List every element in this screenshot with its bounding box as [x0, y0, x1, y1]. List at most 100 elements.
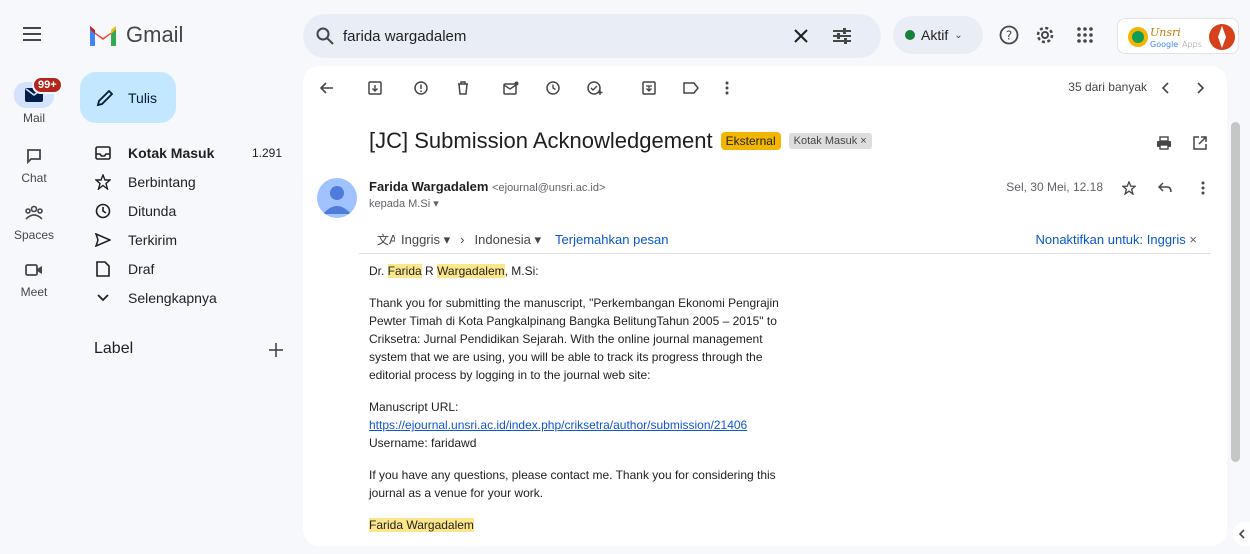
nav-label: Ditunda — [128, 202, 177, 219]
move-to-icon[interactable] — [637, 76, 661, 100]
print-icon[interactable] — [1153, 132, 1175, 154]
message-toolbar: 35 dari banyak — [303, 66, 1227, 110]
nav-label: Kotak Masuk — [128, 144, 215, 161]
rail-mail[interactable]: 99+ Mail — [0, 76, 68, 125]
sender-line[interactable]: Farida Wargadalem <ejournal@unsri.ac.id> — [369, 179, 605, 194]
chevron-down-icon: ⌄ — [954, 29, 963, 41]
status-label: Aktif — [921, 27, 949, 43]
message-body: Dr. Farida R Wargadalem, M.Si: Thank you… — [369, 262, 799, 546]
nav-item-sent[interactable]: Terkirim — [80, 225, 290, 254]
main-menu-icon[interactable] — [20, 22, 44, 46]
translate-icon: 文A — [377, 233, 395, 247]
snooze-clock-icon[interactable] — [541, 76, 565, 100]
back-arrow-icon[interactable] — [315, 76, 339, 100]
more-vert-icon[interactable] — [1193, 178, 1213, 198]
label-chip[interactable]: Kotak Masuk × — [788, 133, 872, 149]
side-panel-toggle[interactable] — [1233, 522, 1250, 546]
external-tag: Eksternal — [720, 132, 781, 150]
rail-label: Mail — [22, 111, 45, 125]
video-camera-icon — [18, 258, 50, 282]
message-view: 35 dari banyak [JC] Submission Acknowled… — [303, 66, 1227, 546]
search-bar[interactable] — [303, 14, 881, 58]
svg-text:Google: Google — [1150, 40, 1178, 49]
svg-text:Apps: Apps — [1182, 40, 1202, 49]
help-icon[interactable]: ? — [998, 24, 1020, 46]
nav-label: Terkirim — [128, 231, 177, 248]
more-vert-icon[interactable] — [715, 76, 739, 100]
settings-gear-icon[interactable] — [1034, 24, 1056, 46]
add-task-icon[interactable] — [583, 76, 607, 100]
inbox-icon — [94, 144, 112, 162]
greeting: Dr. Farida R Wargadalem, M.Si: — [369, 264, 539, 278]
nav-label: Berbintang — [128, 173, 196, 190]
open-new-window-icon[interactable] — [1189, 132, 1211, 154]
draft-icon — [94, 260, 112, 278]
active-status-icon — [905, 30, 915, 40]
translate-message-link[interactable]: Terjemahkan pesan — [555, 232, 668, 247]
mark-unread-icon[interactable] — [499, 76, 523, 100]
sender-name: Farida Wargadalem — [369, 179, 489, 194]
nav-label: Draf — [128, 260, 155, 277]
scroll-thumb[interactable] — [1231, 122, 1240, 462]
message-subject: [JC] Submission Acknowledgement — [369, 128, 713, 153]
svg-text:?: ? — [1006, 29, 1012, 43]
source-language-select[interactable]: Inggris ▾ — [401, 232, 450, 248]
org-logo-image: Unsri Google Apps — [1128, 24, 1235, 50]
svg-text:文A: 文A — [377, 233, 395, 247]
status-selector[interactable]: Aktif ⌄ — [893, 16, 983, 54]
rail-label: Chat — [21, 171, 47, 185]
disable-translation-link[interactable]: Nonaktifkan untuk: Inggris × — [1035, 232, 1197, 247]
rail-chat[interactable]: Chat — [0, 144, 68, 185]
manuscript-url-link[interactable]: https://ejournal.unsri.ac.id/index.php/c… — [369, 418, 747, 432]
recipient-line[interactable]: kepada M.Si ▾ — [369, 197, 439, 210]
target-language-select[interactable]: Indonesia ▾ — [475, 232, 542, 248]
compose-label: Tulis — [128, 89, 158, 106]
pencil-icon — [96, 89, 114, 106]
unread-badge: 99+ — [32, 76, 63, 94]
older-chevron-icon[interactable] — [1189, 76, 1213, 100]
clear-search-icon[interactable] — [791, 26, 811, 46]
sender-avatar[interactable] — [317, 178, 357, 218]
gmail-logo[interactable]: Gmail — [88, 22, 183, 48]
search-input[interactable] — [343, 14, 763, 58]
chat-icon — [18, 144, 50, 168]
archive-icon[interactable] — [363, 76, 387, 100]
labels-heading: Label — [94, 340, 134, 357]
reply-icon[interactable] — [1155, 178, 1175, 198]
organization-account-button[interactable]: Unsri Google Apps — [1117, 18, 1239, 54]
search-options-icon[interactable] — [831, 25, 853, 47]
translate-bar: 文A Inggris ▾ › Indonesia ▾ Terjemahkan p… — [359, 226, 1211, 254]
compose-button[interactable]: Tulis — [80, 72, 176, 123]
details-dropdown-icon[interactable]: ▾ — [433, 198, 439, 210]
mail-icon: 99+ — [14, 76, 63, 108]
app-name: Gmail — [126, 22, 184, 47]
body-paragraph: If you have any questions, please contac… — [369, 468, 776, 500]
newer-chevron-icon[interactable] — [1153, 76, 1177, 100]
manuscript-info: Manuscript URL: https://ejournal.unsri.a… — [369, 400, 748, 450]
nav-item-more[interactable]: Selengkapnya — [80, 283, 290, 312]
nav-label: Selengkapnya — [128, 289, 217, 306]
recipient-text: kepada M.Si — [369, 198, 431, 210]
star-icon[interactable] — [1119, 178, 1139, 198]
spaces-icon — [18, 201, 50, 225]
search-icon[interactable] — [315, 26, 335, 46]
scrollbar[interactable] — [1229, 66, 1242, 546]
chevron-down-icon — [94, 289, 112, 307]
chevron-left-icon — [1238, 529, 1245, 539]
clock-icon — [94, 202, 112, 220]
nav-item-inbox[interactable]: Kotak Masuk 1.291 — [80, 138, 290, 167]
apps-grid-icon[interactable] — [1074, 24, 1096, 46]
message-subject-row: [JC] Submission Acknowledgement Eksterna… — [369, 128, 872, 154]
trash-icon[interactable] — [451, 76, 475, 100]
nav-item-snoozed[interactable]: Ditunda — [80, 196, 290, 225]
sender-email: <ejournal@unsri.ac.id> — [492, 182, 606, 194]
rail-meet[interactable]: Meet — [0, 258, 68, 299]
label-icon[interactable] — [679, 76, 703, 100]
add-label-icon[interactable] — [266, 340, 286, 360]
nav-item-starred[interactable]: Berbintang — [80, 167, 290, 196]
arrow-right-icon: › — [460, 232, 465, 247]
rail-spaces[interactable]: Spaces — [0, 201, 68, 242]
report-spam-icon[interactable] — [409, 76, 433, 100]
send-icon — [94, 231, 112, 249]
nav-item-drafts[interactable]: Draf — [80, 254, 290, 283]
